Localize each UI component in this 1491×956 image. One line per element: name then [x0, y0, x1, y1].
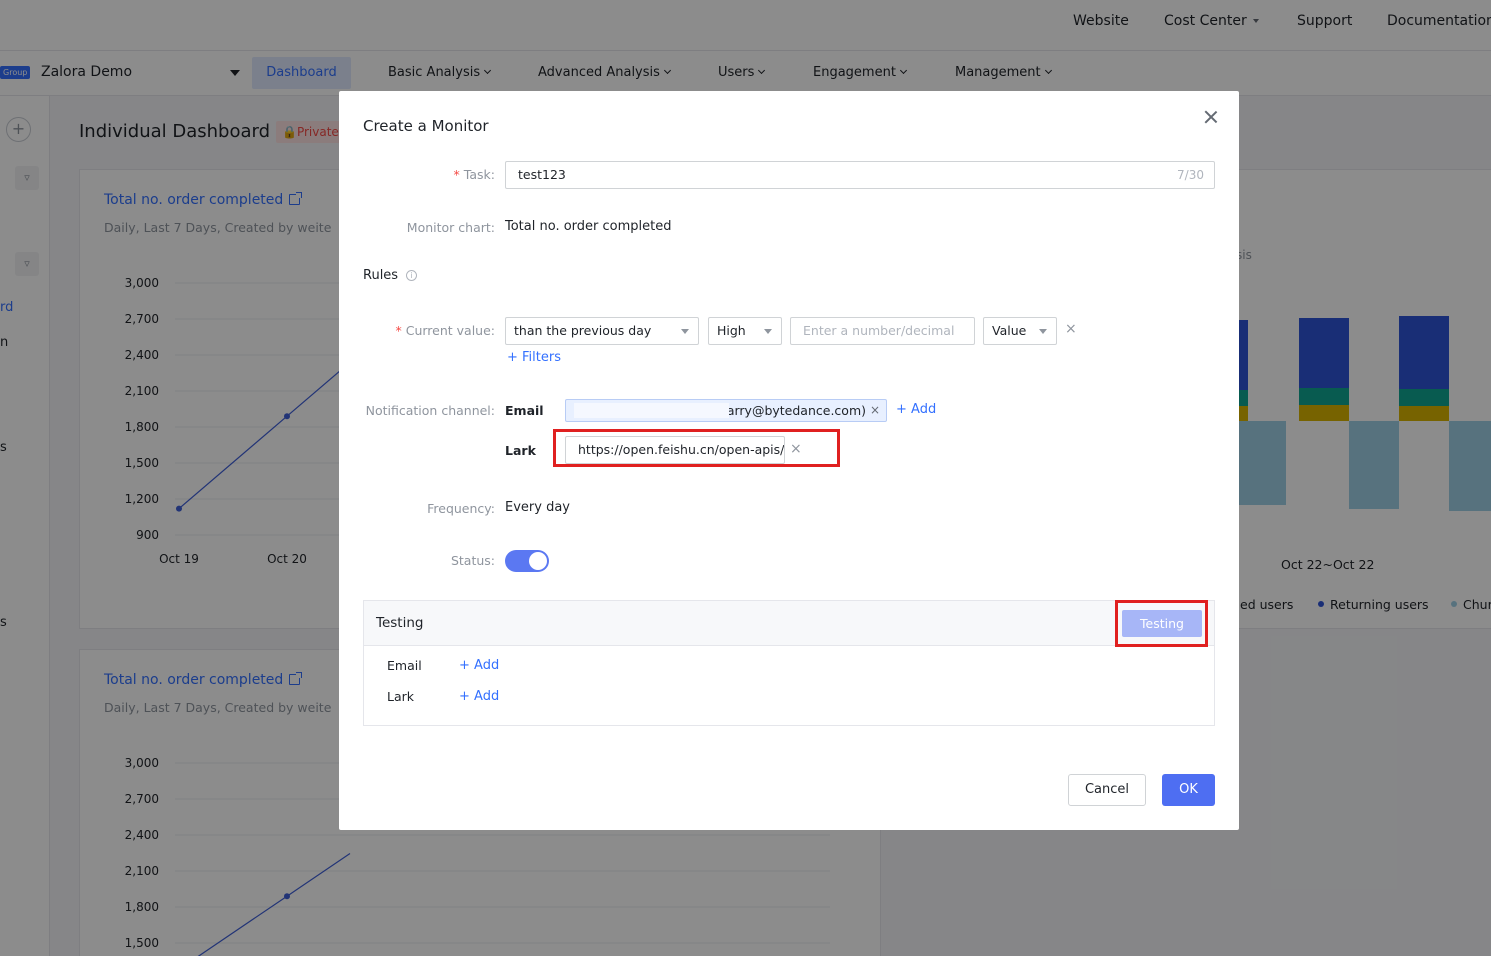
testing-add-email-link[interactable]: + Add [459, 658, 499, 673]
toggle-knob [529, 552, 547, 570]
highlight-box [1115, 600, 1208, 647]
testing-add-lark-link[interactable]: + Add [459, 689, 499, 704]
status-toggle[interactable] [505, 550, 549, 572]
task-label: * Task: [453, 167, 495, 182]
threshold-placeholder: Enter a number/decimal [803, 323, 955, 338]
comparison-value: than the previous day [514, 323, 652, 338]
close-icon[interactable] [1203, 109, 1219, 125]
threshold-input[interactable]: Enter a number/decimal [790, 317, 975, 345]
rules-heading: Rules i [363, 268, 418, 283]
testing-email-label: Email [387, 658, 422, 673]
add-email-link[interactable]: + Add [896, 402, 936, 417]
add-filters-link[interactable]: + Filters [507, 350, 561, 365]
current-value-label-text: Current value: [405, 323, 495, 338]
lark-channel-label: Lark [505, 443, 536, 458]
frequency-label: Frequency: [427, 501, 495, 516]
task-char-counter: 7/30 [1177, 168, 1204, 182]
unit-value: Value [992, 323, 1027, 338]
ok-button[interactable]: OK [1162, 774, 1215, 806]
caret-down-icon [764, 329, 772, 334]
email-channel-label: Email [505, 403, 544, 418]
email-recipient-tag[interactable]: arry@bytedance.com) × [565, 399, 887, 422]
task-label-text: Task: [463, 167, 495, 182]
direction-value: High [717, 323, 746, 338]
monitor-chart-value: Total no. order completed [505, 219, 672, 234]
task-input[interactable]: test123 7/30 [505, 161, 1215, 189]
email-recipient-text: arry@bytedance.com) [726, 403, 866, 418]
direction-select[interactable]: High [708, 317, 782, 345]
caret-down-icon [1039, 329, 1047, 334]
monitor-chart-label: Monitor chart: [406, 220, 495, 235]
testing-panel: Testing Testing Email + Add Lark + Add [363, 600, 1215, 726]
rules-label: Rules [363, 268, 399, 283]
unit-select[interactable]: Value [983, 317, 1057, 345]
status-label: Status: [450, 553, 495, 568]
comparison-select[interactable]: than the previous day [505, 317, 699, 345]
caret-down-icon [681, 329, 689, 334]
close-icon[interactable]: × [870, 400, 880, 421]
testing-header: Testing Testing [364, 601, 1214, 646]
highlight-box [553, 429, 840, 467]
testing-title: Testing [376, 615, 424, 631]
cancel-button[interactable]: Cancel [1068, 774, 1146, 806]
redacted-region [574, 403, 729, 418]
create-monitor-dialog: Create a Monitor * Task: test123 7/30 Mon… [339, 91, 1239, 830]
task-value: test123 [518, 167, 566, 182]
dialog-title: Create a Monitor [363, 117, 489, 135]
current-value-label: * Current value: [395, 323, 495, 338]
remove-rule-icon[interactable]: × [1065, 321, 1077, 337]
info-icon[interactable]: i [406, 270, 418, 281]
frequency-value: Every day [505, 500, 570, 515]
notification-channel-label: Notification channel: [365, 403, 495, 418]
testing-lark-label: Lark [387, 689, 415, 704]
